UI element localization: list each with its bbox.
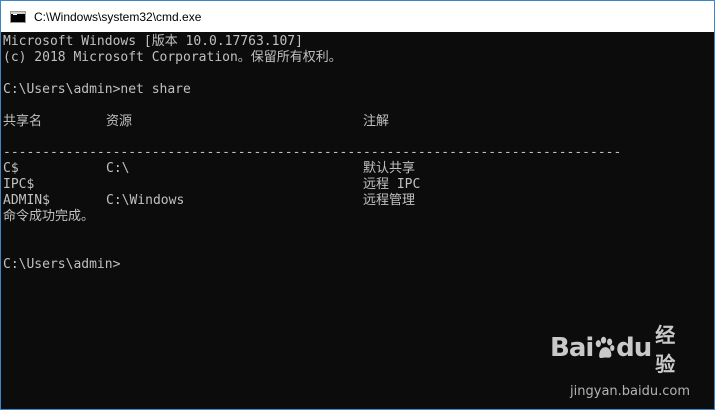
share-remark: 远程 IPC	[363, 177, 421, 192]
status-line: 命令成功完成。	[3, 209, 95, 224]
paw-icon	[596, 336, 615, 358]
table-header-row: 共享名 资源 注解	[3, 114, 703, 130]
baidu-logo: Bai du 经验	[550, 323, 690, 376]
cmd-window: C:\Windows\system32\cmd.exe Microsoft Wi…	[0, 0, 715, 410]
header-remark: 注解	[363, 114, 390, 129]
title-bar[interactable]: C:\Windows\system32\cmd.exe	[1, 1, 714, 32]
share-name: IPC$	[3, 177, 35, 192]
separator-line: ----------------------------------------…	[3, 145, 622, 160]
header-resource: 资源	[106, 114, 133, 129]
copyright-line: (c) 2018 Microsoft Corporation。保留所有权利。	[3, 50, 342, 65]
table-row: ADMIN$ C:\Windows 远程管理	[3, 193, 703, 209]
vertical-scrollbar[interactable]	[710, 32, 714, 409]
header-share-name: 共享名	[3, 114, 43, 129]
watermark-product: 经验	[655, 323, 676, 376]
prompt-command-line: C:\Users\admin>net share	[3, 82, 191, 97]
prompt-line: C:\Users\admin>	[3, 257, 121, 272]
share-remark: 远程管理	[363, 193, 416, 208]
version-line: Microsoft Windows [版本 10.0.17763.107]	[3, 34, 303, 49]
window-title: C:\Windows\system32\cmd.exe	[34, 9, 202, 24]
console-icon[interactable]	[10, 10, 26, 23]
watermark-url: jingyan.baidu.com	[570, 384, 690, 399]
share-remark: 默认共享	[363, 161, 416, 176]
share-name: C$	[3, 161, 19, 176]
watermark-brand-a: Bai	[550, 333, 594, 363]
share-resource: C:\Windows	[106, 193, 185, 208]
watermark-brand-b: du	[616, 333, 652, 363]
baidu-watermark: Bai du 经验 jingyan.baidu.com	[550, 323, 690, 399]
table-row: IPC$ 远程 IPC	[3, 177, 703, 193]
share-resource: C:\	[106, 161, 130, 176]
share-name: ADMIN$	[3, 193, 50, 208]
table-row: C$ C:\ 默认共享	[3, 161, 703, 177]
